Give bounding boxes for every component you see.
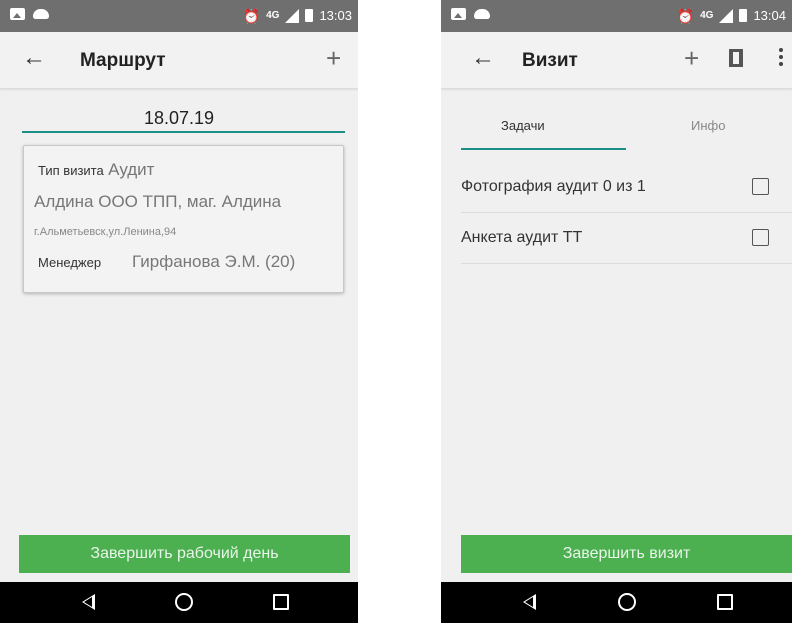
finish-visit-button[interactable]: Завершить визит bbox=[461, 535, 792, 573]
task-label: Фотография аудит 0 из 1 bbox=[461, 178, 646, 195]
task-row[interactable]: Анкета аудит ТТ bbox=[461, 213, 792, 264]
clock: 13:03 bbox=[319, 8, 352, 23]
battery-icon bbox=[305, 9, 314, 22]
clock: 13:04 bbox=[753, 8, 786, 23]
cloud-notification-icon bbox=[33, 9, 49, 19]
back-arrow-icon[interactable]: ← bbox=[22, 46, 46, 70]
network-type: 4G bbox=[700, 10, 714, 21]
visit-type-label: Тип визита bbox=[38, 163, 104, 178]
nav-recent-icon[interactable] bbox=[273, 594, 289, 610]
add-icon[interactable]: + bbox=[326, 45, 341, 71]
add-icon[interactable]: + bbox=[684, 45, 699, 71]
back-arrow-icon[interactable]: ← bbox=[471, 46, 495, 70]
tab-tasks[interactable]: Задачи bbox=[501, 118, 545, 133]
manager-label: Менеджер bbox=[38, 255, 102, 270]
task-checkbox[interactable] bbox=[752, 178, 769, 195]
alarm-icon: ⏰ bbox=[676, 7, 695, 24]
battery-icon bbox=[739, 9, 748, 22]
status-bar: ⏰ 4G 13:03 bbox=[0, 0, 358, 32]
signal-icon bbox=[285, 8, 300, 23]
nav-recent-icon[interactable] bbox=[717, 594, 733, 610]
active-tab-indicator bbox=[461, 148, 626, 150]
more-vert-icon[interactable] bbox=[779, 48, 783, 68]
signal-icon bbox=[719, 8, 734, 23]
nav-back-icon[interactable] bbox=[523, 594, 536, 610]
nav-back-icon[interactable] bbox=[82, 594, 95, 610]
manager-value: Гирфанова Э.М. (20) bbox=[132, 252, 296, 271]
task-row[interactable]: Фотография аудит 0 из 1 bbox=[461, 162, 792, 213]
app-bar: ← Маршрут + bbox=[0, 32, 358, 89]
image-notification-icon bbox=[10, 8, 25, 20]
page-title: Маршрут bbox=[80, 50, 166, 71]
tab-info[interactable]: Инфо bbox=[691, 118, 725, 133]
visit-type-value: Аудит bbox=[108, 160, 155, 179]
visit-card[interactable]: Тип визита Аудит Алдина ООО ТПП, маг. Ал… bbox=[23, 145, 344, 293]
page-title: Визит bbox=[522, 50, 578, 71]
date-field[interactable]: 18.07.19 bbox=[0, 108, 358, 129]
status-bar: ⏰ 4G 13:04 bbox=[441, 0, 792, 32]
app-bar: ← Визит + bbox=[441, 32, 792, 89]
system-nav-bar bbox=[0, 582, 358, 623]
alarm-icon: ⏰ bbox=[242, 7, 261, 24]
visit-screen: ⏰ 4G 13:04 ← Визит + Задачи Инфо Фотогра… bbox=[441, 0, 792, 623]
image-notification-icon bbox=[451, 8, 466, 20]
store-name: Алдина ООО ТПП, маг. Алдина bbox=[34, 192, 282, 211]
map-icon[interactable] bbox=[729, 49, 743, 67]
system-nav-bar bbox=[441, 582, 792, 623]
nav-home-icon[interactable] bbox=[618, 593, 636, 611]
finish-workday-button[interactable]: Завершить рабочий день bbox=[19, 535, 350, 573]
cloud-notification-icon bbox=[474, 9, 490, 19]
date-underline bbox=[22, 131, 345, 133]
task-checkbox[interactable] bbox=[752, 229, 769, 246]
nav-home-icon[interactable] bbox=[175, 593, 193, 611]
store-address: г.Альметьевск,ул.Ленина,94 bbox=[34, 226, 177, 238]
network-type: 4G bbox=[266, 10, 280, 21]
task-label: Анкета аудит ТТ bbox=[461, 229, 583, 246]
route-screen: ⏰ 4G 13:03 ← Маршрут + 18.07.19 Тип визи… bbox=[0, 0, 358, 623]
